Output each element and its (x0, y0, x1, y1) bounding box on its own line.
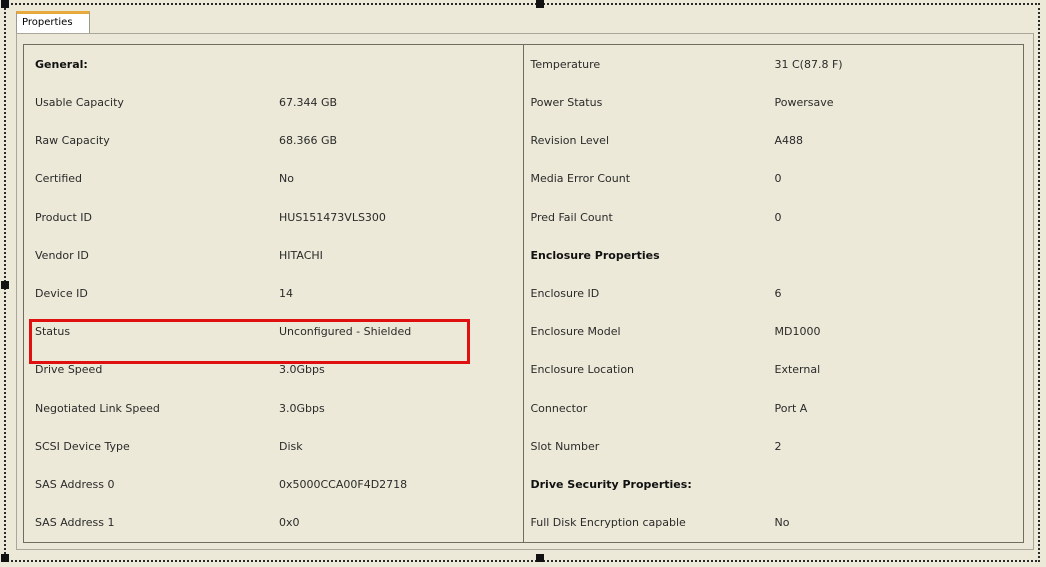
property-row-enclosure-id: Enclosure ID 6 (524, 274, 1024, 312)
property-value: 3.0Gbps (279, 363, 325, 377)
property-label: Usable Capacity (35, 95, 124, 109)
tab-properties[interactable]: Properties (16, 11, 90, 33)
property-label: Power Status (530, 95, 603, 109)
property-label: Drive Speed (35, 363, 103, 377)
resize-handle-bottom-center[interactable] (536, 554, 544, 562)
property-row-media-error-count: Media Error Count 0 (524, 160, 1024, 198)
property-value: 0x5000CCA00F4D2718 (279, 478, 408, 492)
property-value: HUS151473VLS300 (279, 210, 386, 224)
property-value: 6 (774, 287, 782, 301)
property-value: Port A (774, 401, 808, 415)
property-label: Raw Capacity (35, 134, 110, 148)
property-label: Pred Fail Count (530, 210, 613, 224)
property-row-device-id: Device ID 14 (24, 274, 523, 312)
properties-column-left: General: Usable Capacity 67.344 GB Raw Ca… (24, 45, 524, 542)
property-label: Product ID (35, 210, 92, 224)
property-value: 31 C(87.8 F) (774, 57, 843, 71)
property-label: Revision Level (530, 134, 610, 148)
property-label: Certified (35, 172, 83, 186)
property-row-sas-address-0: SAS Address 0 0x5000CCA00F4D2718 (24, 466, 523, 504)
property-row-usable-capacity: Usable Capacity 67.344 GB (24, 83, 523, 121)
property-value: No (279, 172, 294, 186)
property-row-status: Status Unconfigured - Shielded (24, 313, 523, 351)
property-row-sas-address-1: SAS Address 1 0x0 (24, 504, 523, 542)
property-row-certified: Certified No (24, 160, 523, 198)
property-value: A488 (774, 134, 804, 148)
property-row-scsi-device-type: SCSI Device Type Disk (24, 427, 523, 465)
property-label: Vendor ID (35, 248, 89, 262)
property-label: Media Error Count (530, 172, 631, 186)
resize-handle-top-left[interactable] (1, 0, 9, 8)
property-label: Enclosure Properties (530, 248, 660, 262)
property-row-revision-level: Revision Level A488 (524, 121, 1024, 159)
property-row-power-status: Power Status Powersave (524, 83, 1024, 121)
properties-grid: General: Usable Capacity 67.344 GB Raw Ca… (23, 44, 1024, 543)
property-label: Enclosure ID (530, 287, 600, 301)
property-value: No (774, 516, 790, 530)
property-row-temperature: Temperature 31 C(87.8 F) (524, 45, 1024, 83)
property-value: Powersave (774, 95, 834, 109)
property-value: 0 (774, 210, 782, 224)
property-value: 3.0Gbps (279, 401, 325, 415)
property-value: 14 (279, 287, 293, 301)
property-value: Unconfigured - Shielded (279, 325, 412, 339)
property-value: 67.344 GB (279, 95, 338, 109)
property-row-full-disk-encryption: Full Disk Encryption capable No (524, 504, 1024, 542)
property-row-enclosure-location: Enclosure Location External (524, 351, 1024, 389)
property-label: Device ID (35, 287, 88, 301)
property-label: Enclosure Model (530, 325, 621, 339)
property-label: General: (35, 57, 88, 71)
property-row-slot-number: Slot Number 2 (524, 427, 1024, 465)
property-value: 68.366 GB (279, 134, 338, 148)
property-value: 0x0 (279, 516, 300, 530)
property-label: Temperature (530, 57, 601, 71)
resize-handle-bottom-left[interactable] (1, 554, 9, 562)
property-value: 0 (774, 172, 782, 186)
property-row-enclosure-heading: Enclosure Properties (524, 236, 1024, 274)
property-value: 2 (774, 439, 782, 453)
property-row-connector: Connector Port A (524, 389, 1024, 427)
property-label: Slot Number (530, 439, 600, 453)
resize-handle-top-center[interactable] (536, 0, 544, 8)
property-value: Disk (279, 439, 303, 453)
property-row-enclosure-model: Enclosure Model MD1000 (524, 313, 1024, 351)
property-value: External (774, 363, 821, 377)
property-row-vendor-id: Vendor ID HITACHI (24, 236, 523, 274)
resize-handle-middle-left[interactable] (1, 281, 9, 289)
property-label: Enclosure Location (530, 363, 635, 377)
property-value: HITACHI (279, 248, 323, 262)
properties-column-right: Temperature 31 C(87.8 F) Power Status Powe… (524, 45, 1024, 542)
property-label: Drive Security Properties: (530, 478, 692, 492)
property-row-drive-speed: Drive Speed 3.0Gbps (24, 351, 523, 389)
property-label: SAS Address 0 (35, 478, 115, 492)
property-label: Full Disk Encryption capable (530, 516, 686, 530)
property-row-raw-capacity: Raw Capacity 68.366 GB (24, 121, 523, 159)
property-row-drive-security-heading: Drive Security Properties: (524, 466, 1024, 504)
property-label: SAS Address 1 (35, 516, 115, 530)
property-row-negotiated-link-speed: Negotiated Link Speed 3.0Gbps (24, 389, 523, 427)
property-row-general-heading: General: (24, 45, 523, 83)
property-value: MD1000 (774, 325, 821, 339)
property-row-product-id: Product ID HUS151473VLS300 (24, 198, 523, 236)
property-label: Connector (530, 401, 588, 415)
property-label: SCSI Device Type (35, 439, 130, 453)
property-row-pred-fail-count: Pred Fail Count 0 (524, 198, 1024, 236)
property-label: Status (35, 325, 71, 339)
property-label: Negotiated Link Speed (35, 401, 160, 415)
